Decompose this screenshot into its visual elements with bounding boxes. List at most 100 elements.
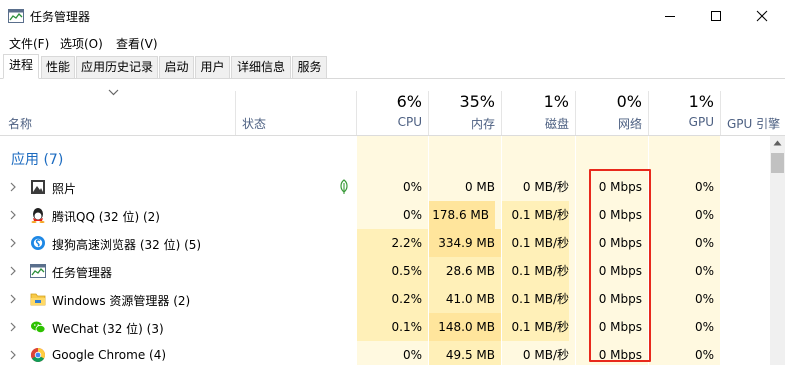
group-title-apps[interactable]: 应用 (7): [11, 149, 63, 169]
photos-icon: [31, 180, 45, 194]
cpu-total-percent[interactable]: 6%: [358, 92, 422, 111]
table-row[interactable]: 照片 0% 0 MB 0 MB/秒 0 Mbps 0%: [0, 173, 770, 201]
menu-view[interactable]: 查看(V): [116, 35, 158, 52]
disk-value: 0 MB/秒: [502, 173, 569, 201]
column-cpu[interactable]: CPU: [358, 115, 422, 129]
process-name: Windows 资源管理器 (2): [52, 294, 191, 308]
window-title: 任务管理器: [30, 10, 91, 24]
memory-value: 49.5 MB: [429, 341, 501, 365]
table-row[interactable]: 任务管理器 0.5% 28.6 MB 0.1 MB/秒 0 Mbps 0%: [0, 257, 770, 285]
column-network[interactable]: 网络: [577, 115, 642, 132]
disk-total-percent[interactable]: 1%: [503, 92, 569, 111]
chevron-down-icon[interactable]: [108, 89, 119, 96]
process-name: 搜狗高速浏览器 (32 位) (5): [52, 238, 202, 252]
file-explorer-icon: [30, 293, 46, 306]
column-name[interactable]: 名称: [8, 115, 32, 132]
chevron-right-icon[interactable]: [10, 238, 16, 248]
column-separator: [720, 91, 721, 135]
vertical-scrollbar[interactable]: [770, 136, 785, 365]
close-button[interactable]: [739, 0, 785, 32]
tab-users[interactable]: 用户: [195, 56, 230, 79]
disk-value: 0.1 MB/秒: [502, 229, 569, 257]
task-manager-icon: [30, 264, 46, 278]
column-gpu-engine[interactable]: GPU 引擎: [727, 115, 780, 132]
chevron-right-icon[interactable]: [10, 294, 16, 304]
table-row[interactable]: 搜狗高速浏览器 (32 位) (5) 2.2% 334.9 MB 0.1 MB/…: [0, 229, 770, 257]
wechat-icon: [31, 321, 46, 334]
process-name: 任务管理器: [52, 266, 113, 280]
memory-value: 148.0 MB: [429, 313, 501, 341]
minimize-icon: [665, 16, 675, 17]
disk-value: 0.1 MB/秒: [502, 313, 569, 341]
column-disk[interactable]: 磁盘: [503, 115, 569, 132]
tab-startup[interactable]: 启动: [159, 56, 194, 79]
column-status[interactable]: 状态: [242, 115, 266, 132]
gpu-value: 0%: [649, 201, 714, 229]
sogou-browser-icon: [31, 236, 45, 250]
column-separator: [575, 91, 576, 135]
disk-value: 0.1 MB/秒: [502, 285, 569, 313]
tab-details[interactable]: 详细信息: [231, 56, 291, 79]
chevron-right-icon[interactable]: [10, 210, 16, 220]
table-row[interactable]: WeChat (32 位) (3) 0.1% 148.0 MB 0.1 MB/秒…: [0, 313, 770, 341]
memory-value: 41.0 MB: [429, 285, 501, 313]
cpu-value: 0%: [357, 201, 422, 229]
title-bar: 任务管理器: [0, 0, 785, 32]
maximize-icon: [711, 11, 721, 21]
close-icon: [756, 10, 768, 22]
cpu-value: 2.2%: [357, 229, 428, 257]
suspended-leaf-icon: [340, 179, 348, 194]
gpu-value: 0%: [649, 173, 714, 201]
memory-value: 334.9 MB: [429, 229, 501, 257]
process-name: 照片: [52, 182, 77, 196]
column-separator: [648, 91, 649, 135]
cpu-value: 0.1%: [357, 313, 428, 341]
column-separator: [501, 91, 502, 135]
gpu-total-percent[interactable]: 1%: [650, 92, 714, 111]
cpu-value: 0%: [357, 173, 422, 201]
disk-value: 0.1 MB/秒: [502, 257, 569, 285]
process-name: Google Chrome (4): [52, 348, 167, 362]
disk-value: 0.1 MB/秒: [502, 201, 569, 229]
network-highlight-box: [589, 169, 651, 362]
qq-icon: [31, 208, 45, 223]
menu-options[interactable]: 选项(O): [60, 35, 103, 52]
maximize-button[interactable]: [693, 0, 739, 32]
column-memory[interactable]: 内存: [430, 115, 495, 132]
chevron-right-icon[interactable]: [10, 322, 16, 332]
table-row[interactable]: 腾讯QQ (32 位) (2) 0% 178.6 MB 0.1 MB/秒 0 M…: [0, 201, 770, 229]
tab-services[interactable]: 服务: [292, 56, 327, 79]
tab-performance[interactable]: 性能: [41, 56, 75, 79]
tab-app-history[interactable]: 应用历史记录: [76, 56, 158, 79]
column-separator: [235, 91, 236, 135]
chevron-right-icon[interactable]: [10, 266, 16, 276]
memory-value: 178.6 MB: [429, 201, 495, 229]
menu-bar: 文件(F) 选项(O) 查看(V): [0, 32, 785, 54]
gpu-value: 0%: [649, 229, 714, 257]
gpu-value: 0%: [649, 313, 714, 341]
network-total-percent[interactable]: 0%: [577, 92, 642, 111]
column-separator: [356, 91, 357, 135]
gpu-value: 0%: [649, 257, 714, 285]
gpu-value: 0%: [649, 285, 714, 313]
table-row[interactable]: Google Chrome (4) 0% 49.5 MB 0 MB/秒 0 Mb…: [0, 341, 770, 365]
memory-value: 0 MB: [429, 173, 495, 201]
chevron-right-icon[interactable]: [10, 350, 16, 360]
scroll-up-arrow-icon[interactable]: [773, 140, 782, 146]
task-manager-icon: [8, 9, 24, 23]
table-row[interactable]: Windows 资源管理器 (2) 0.2% 41.0 MB 0.1 MB/秒 …: [0, 285, 770, 313]
menu-file[interactable]: 文件(F): [9, 35, 49, 52]
column-gpu[interactable]: GPU: [650, 115, 714, 129]
memory-value: 28.6 MB: [429, 257, 501, 285]
cpu-value: 0%: [357, 341, 422, 365]
column-header: 名称 状态 6% CPU 35% 内存 1% 磁盘 0% 网络 1% GPU G…: [0, 79, 785, 136]
chevron-right-icon[interactable]: [10, 182, 16, 192]
scrollbar-thumb[interactable]: [771, 153, 784, 173]
tab-processes[interactable]: 进程: [3, 54, 39, 79]
minimize-button[interactable]: [647, 0, 693, 32]
gpu-value: 0%: [649, 341, 714, 365]
cpu-value: 0.5%: [357, 257, 428, 285]
chrome-icon: [31, 348, 45, 362]
memory-total-percent[interactable]: 35%: [430, 92, 495, 111]
process-name: WeChat (32 位) (3): [52, 322, 164, 336]
